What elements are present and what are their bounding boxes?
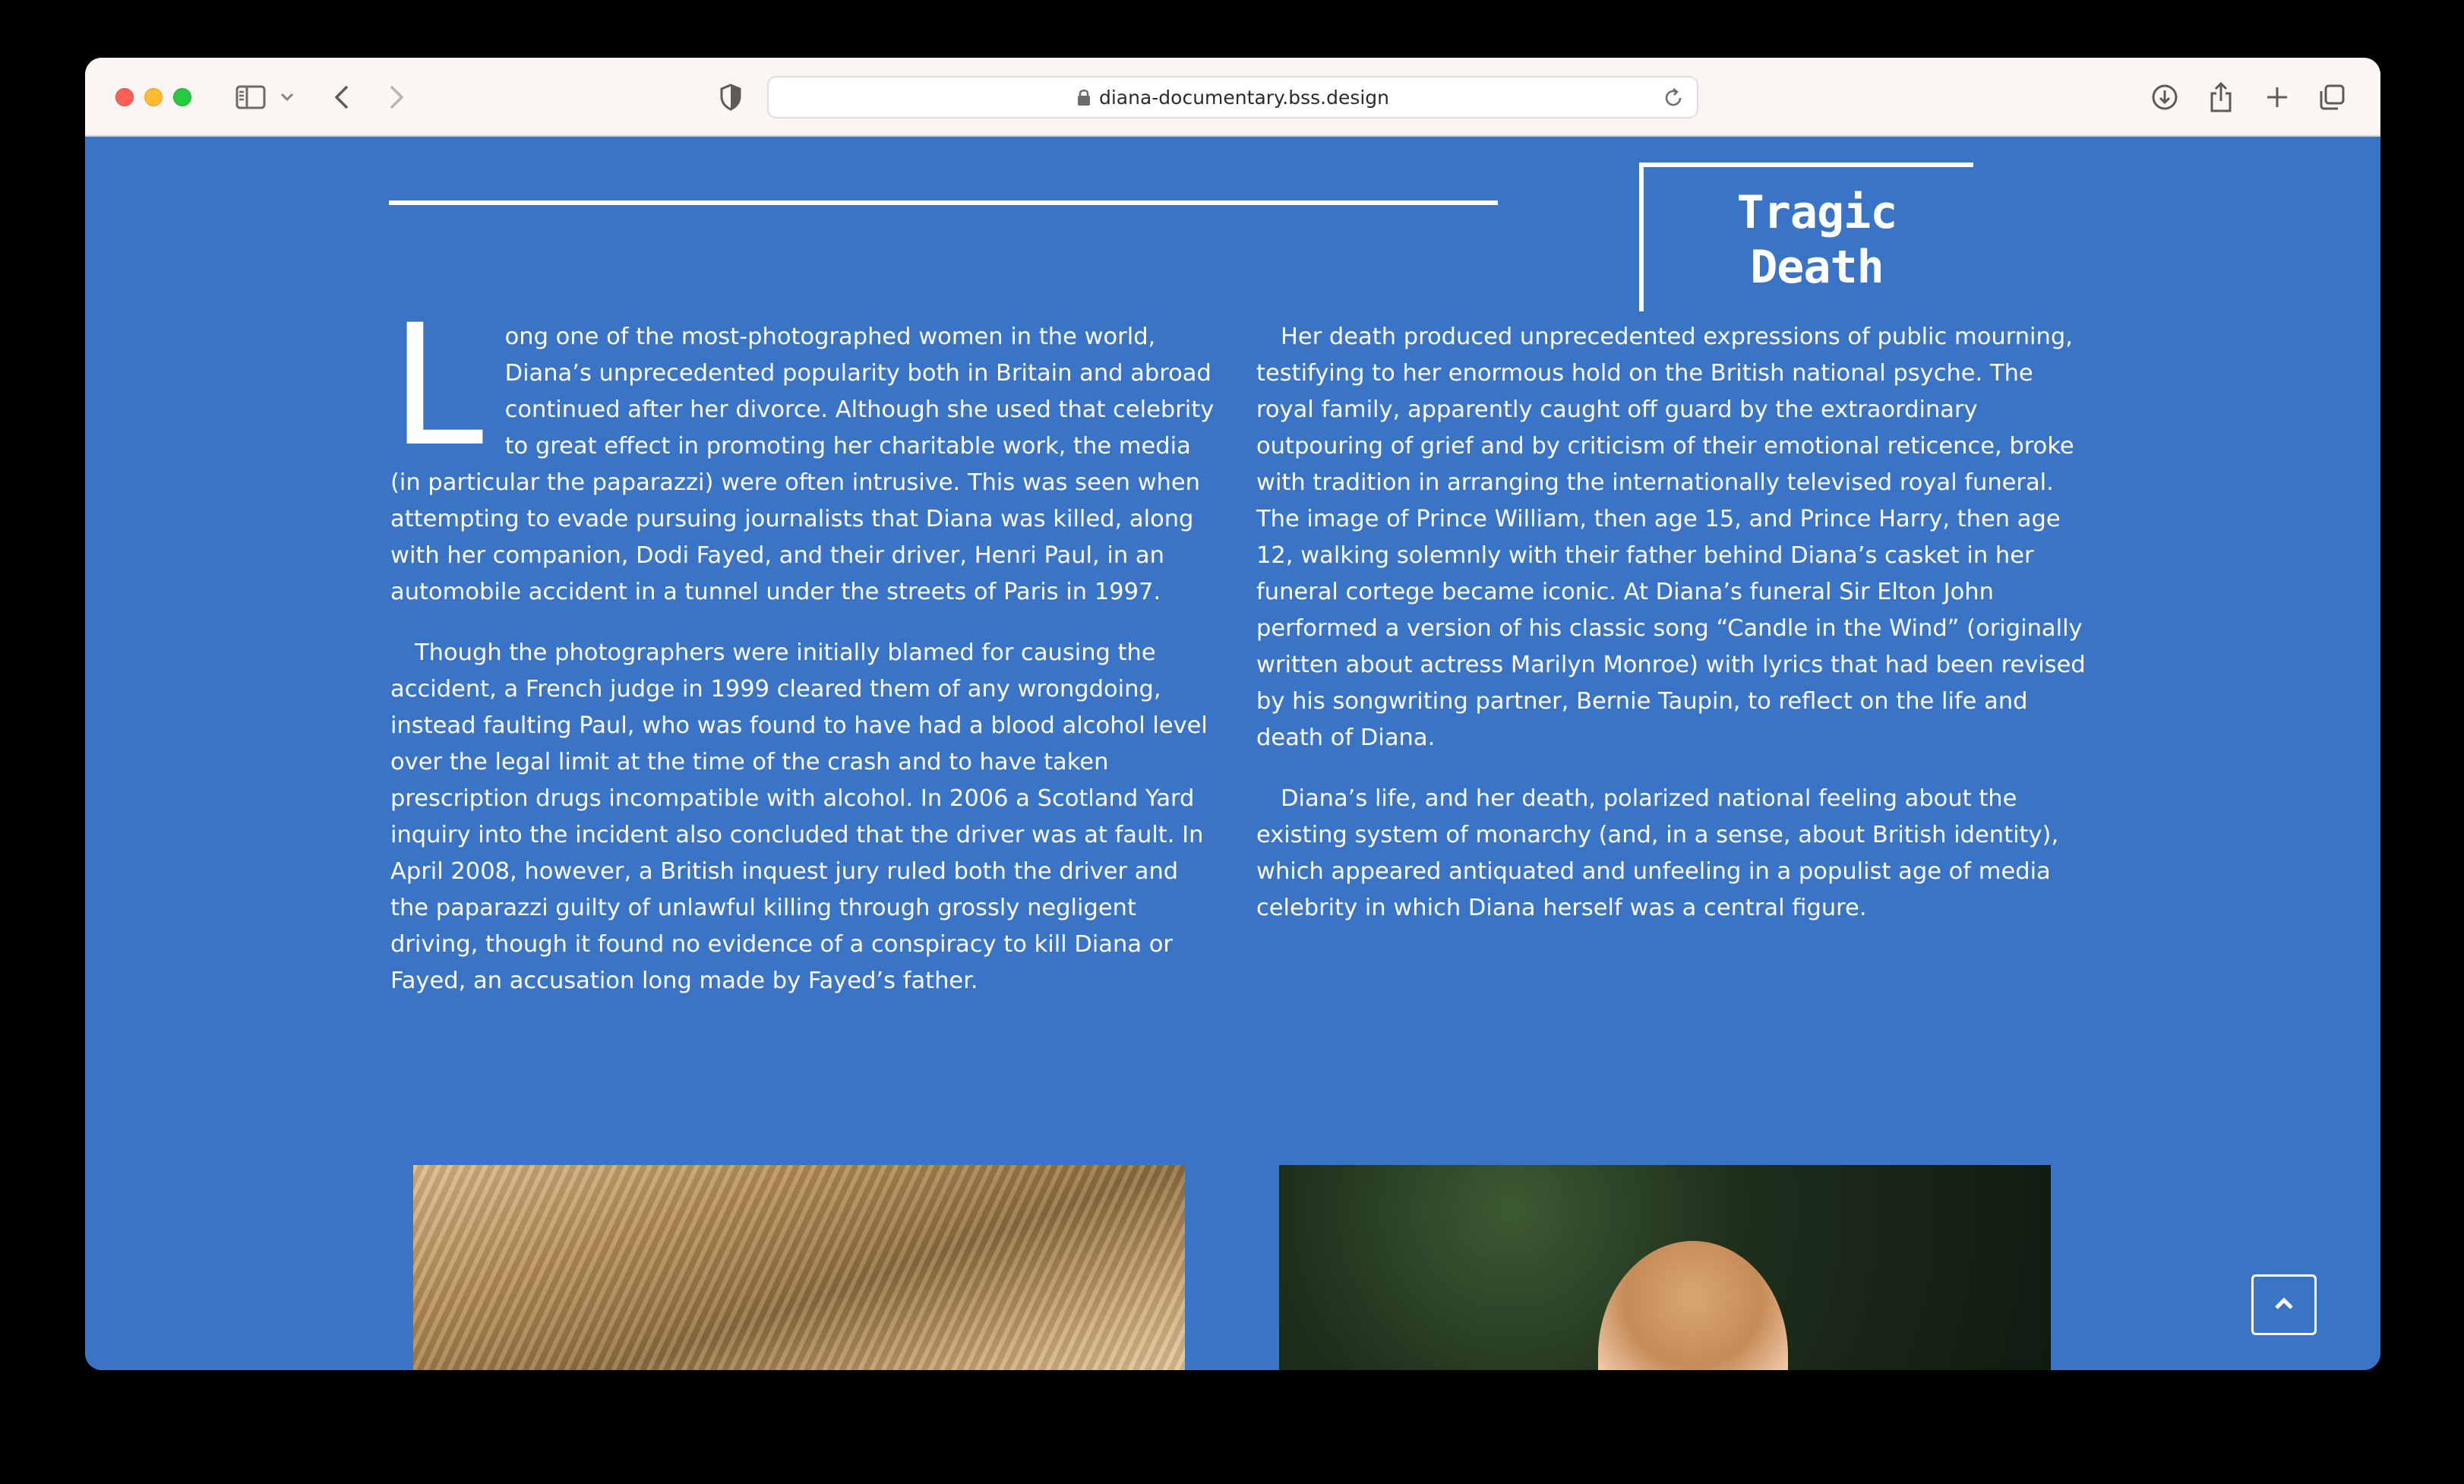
section-title-line1: Tragic (1736, 186, 1898, 239)
left-paragraph-1: Long one of the most-photographed women … (390, 289, 1218, 611)
child-photo (1279, 1165, 2051, 1370)
sidebar-icon[interactable] (234, 84, 267, 111)
right-paragraph-1: Her death produced unprecedented express… (1256, 324, 2086, 751)
back-icon[interactable] (327, 82, 357, 112)
minimize-window-button[interactable] (144, 88, 163, 106)
section-title: Tragic Death (1665, 185, 1969, 295)
section-title-line2: Death (1750, 241, 1884, 294)
child-head-shape (1598, 1241, 1788, 1370)
diana-photo (413, 1165, 1185, 1370)
left-paragraph-1-text: ong one of the most-photographed women i… (390, 324, 1215, 605)
tabs-icon[interactable] (2315, 81, 2349, 114)
page-content: Tragic Death Long one of the most-photog… (85, 137, 2380, 1370)
right-column: Her death produced unprecedented express… (1256, 319, 2090, 951)
scroll-to-top-button[interactable] (2251, 1274, 2317, 1335)
chevron-down-icon[interactable] (276, 87, 298, 108)
forward-icon[interactable] (381, 82, 412, 112)
left-paragraph-2: Though the photographers were initially … (390, 639, 1208, 994)
chevron-up-icon (2273, 1296, 2295, 1314)
share-icon[interactable] (2204, 79, 2238, 115)
address-url: diana-documentary.bss.design (1098, 86, 1390, 109)
address-bar[interactable]: diana-documentary.bss.design (767, 76, 1698, 118)
drop-cap: L (390, 289, 484, 483)
zoom-window-button[interactable] (173, 88, 191, 106)
browser-window: diana-documentary.bss.design Tragic Deat… (85, 58, 2380, 1370)
close-window-button[interactable] (115, 88, 134, 106)
download-icon[interactable] (2148, 81, 2181, 114)
right-paragraph-2: Diana’s life, and her death, polarized n… (1256, 785, 2059, 921)
left-column: Long one of the most-photographed women … (390, 289, 1218, 1024)
browser-toolbar: diana-documentary.bss.design (85, 58, 2380, 137)
heading-rule (389, 200, 1498, 205)
shield-icon[interactable] (714, 81, 747, 114)
plus-icon[interactable] (2260, 81, 2294, 114)
lock-icon (1076, 88, 1091, 106)
reload-icon[interactable] (1662, 87, 1685, 109)
